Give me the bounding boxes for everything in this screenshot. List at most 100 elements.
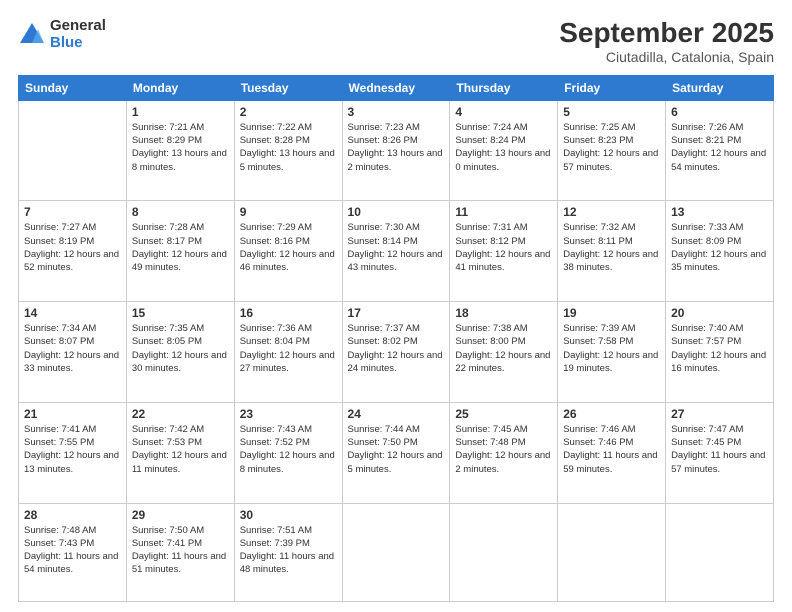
logo: General Blue [18,18,106,51]
subtitle: Ciutadilla, Catalonia, Spain [559,49,774,65]
table-row: 7 Sunrise: 7:27 AMSunset: 8:19 PMDaylight… [19,201,127,302]
table-row: 1 Sunrise: 7:21 AMSunset: 8:29 PMDaylight… [126,100,234,201]
logo-blue: Blue [50,35,106,52]
day-info: Sunrise: 7:34 AMSunset: 8:07 PMDaylight:… [24,322,121,375]
table-row [19,100,127,201]
day-number: 6 [671,105,768,119]
header-saturday: Saturday [666,75,774,100]
day-number: 13 [671,205,768,219]
day-info: Sunrise: 7:43 AMSunset: 7:52 PMDaylight:… [240,423,337,476]
table-row: 12Sunrise: 7:32 AMSunset: 8:11 PMDayligh… [558,201,666,302]
day-info: Sunrise: 7:23 AMSunset: 8:26 PMDaylight:… [348,121,445,174]
header-sunday: Sunday [19,75,127,100]
table-row: 10 Sunrise: 7:30 AMSunset: 8:14 PMDayligh… [342,201,450,302]
day-info: Sunrise: 7:39 AMSunset: 7:58 PMDaylight:… [563,322,660,375]
day-number: 14 [24,306,121,320]
header-tuesday: Tuesday [234,75,342,100]
table-row [666,503,774,601]
day-info: Sunrise: 7:35 AMSunset: 8:05 PMDaylight:… [132,322,229,375]
table-row: 14 Sunrise: 7:34 AMSunset: 8:07 PMDayligh… [19,302,127,403]
calendar-week-row: 28 Sunrise: 7:48 AMSunset: 7:43 PMDayligh… [19,503,774,601]
table-row: 2 Sunrise: 7:22 AMSunset: 8:28 PMDaylight… [234,100,342,201]
day-info: Sunrise: 7:33 AMSunset: 8:09 PMDaylight:… [671,221,768,274]
table-row: 13 Sunrise: 7:33 AMSunset: 8:09 PMDayligh… [666,201,774,302]
day-number: 11 [455,205,552,219]
day-info: Sunrise: 7:51 AMSunset: 7:39 PMDaylight:… [240,524,337,577]
day-number: 19 [563,306,660,320]
calendar-week-row: 7 Sunrise: 7:27 AMSunset: 8:19 PMDaylight… [19,201,774,302]
table-row: 23 Sunrise: 7:43 AMSunset: 7:52 PMDayligh… [234,402,342,503]
day-info: Sunrise: 7:25 AMSunset: 8:23 PMDaylight:… [563,121,660,174]
table-row [558,503,666,601]
day-number: 23 [240,407,337,421]
table-row: 15Sunrise: 7:35 AMSunset: 8:05 PMDayligh… [126,302,234,403]
day-info: Sunrise: 7:30 AMSunset: 8:14 PMDaylight:… [348,221,445,274]
day-number: 16 [240,306,337,320]
table-row: 29 Sunrise: 7:50 AMSunset: 7:41 PMDayligh… [126,503,234,601]
day-info: Sunrise: 7:48 AMSunset: 7:43 PMDaylight:… [24,524,121,577]
day-info: Sunrise: 7:21 AMSunset: 8:29 PMDaylight:… [132,121,229,174]
table-row: 8 Sunrise: 7:28 AMSunset: 8:17 PMDaylight… [126,201,234,302]
table-row: 6 Sunrise: 7:26 AMSunset: 8:21 PMDaylight… [666,100,774,201]
day-info: Sunrise: 7:42 AMSunset: 7:53 PMDaylight:… [132,423,229,476]
table-row: 3 Sunrise: 7:23 AMSunset: 8:26 PMDaylight… [342,100,450,201]
day-number: 26 [563,407,660,421]
day-info: Sunrise: 7:22 AMSunset: 8:28 PMDaylight:… [240,121,337,174]
day-info: Sunrise: 7:31 AMSunset: 8:12 PMDaylight:… [455,221,552,274]
table-row: 27 Sunrise: 7:47 AMSunset: 7:45 PMDayligh… [666,402,774,503]
table-row: 28 Sunrise: 7:48 AMSunset: 7:43 PMDayligh… [19,503,127,601]
day-number: 28 [24,508,121,522]
title-block: September 2025 Ciutadilla, Catalonia, Sp… [559,18,774,65]
day-number: 24 [348,407,445,421]
table-row: 24 Sunrise: 7:44 AMSunset: 7:50 PMDayligh… [342,402,450,503]
day-number: 2 [240,105,337,119]
day-number: 25 [455,407,552,421]
day-number: 3 [348,105,445,119]
day-number: 30 [240,508,337,522]
logo-general: General [50,18,106,35]
day-info: Sunrise: 7:26 AMSunset: 8:21 PMDaylight:… [671,121,768,174]
day-number: 21 [24,407,121,421]
table-row: 4Sunrise: 7:24 AMSunset: 8:24 PMDaylight… [450,100,558,201]
table-row: 25 Sunrise: 7:45 AMSunset: 7:48 PMDayligh… [450,402,558,503]
day-number: 20 [671,306,768,320]
day-info: Sunrise: 7:36 AMSunset: 8:04 PMDaylight:… [240,322,337,375]
day-info: Sunrise: 7:41 AMSunset: 7:55 PMDaylight:… [24,423,121,476]
day-number: 7 [24,205,121,219]
calendar-week-row: 14 Sunrise: 7:34 AMSunset: 8:07 PMDayligh… [19,302,774,403]
table-row: 26 Sunrise: 7:46 AMSunset: 7:46 PMDayligh… [558,402,666,503]
day-number: 9 [240,205,337,219]
day-info: Sunrise: 7:47 AMSunset: 7:45 PMDaylight:… [671,423,768,476]
calendar-week-row: 21 Sunrise: 7:41 AMSunset: 7:55 PMDayligh… [19,402,774,503]
day-number: 1 [132,105,229,119]
table-row: 18Sunrise: 7:38 AMSunset: 8:00 PMDayligh… [450,302,558,403]
calendar-page: General Blue September 2025 Ciutadilla, … [0,0,792,612]
header-friday: Friday [558,75,666,100]
day-number: 10 [348,205,445,219]
table-row: 5Sunrise: 7:25 AMSunset: 8:23 PMDaylight… [558,100,666,201]
day-number: 27 [671,407,768,421]
day-number: 18 [455,306,552,320]
table-row: 19 Sunrise: 7:39 AMSunset: 7:58 PMDayligh… [558,302,666,403]
day-info: Sunrise: 7:40 AMSunset: 7:57 PMDaylight:… [671,322,768,375]
day-info: Sunrise: 7:50 AMSunset: 7:41 PMDaylight:… [132,524,229,577]
table-row: 16 Sunrise: 7:36 AMSunset: 8:04 PMDayligh… [234,302,342,403]
header-wednesday: Wednesday [342,75,450,100]
day-info: Sunrise: 7:44 AMSunset: 7:50 PMDaylight:… [348,423,445,476]
day-number: 8 [132,205,229,219]
table-row: 11 Sunrise: 7:31 AMSunset: 8:12 PMDayligh… [450,201,558,302]
header: General Blue September 2025 Ciutadilla, … [18,18,774,65]
day-info: Sunrise: 7:37 AMSunset: 8:02 PMDaylight:… [348,322,445,375]
day-info: Sunrise: 7:28 AMSunset: 8:17 PMDaylight:… [132,221,229,274]
table-row: 21 Sunrise: 7:41 AMSunset: 7:55 PMDayligh… [19,402,127,503]
logo-text: General Blue [50,18,106,51]
day-info: Sunrise: 7:46 AMSunset: 7:46 PMDaylight:… [563,423,660,476]
day-info: Sunrise: 7:29 AMSunset: 8:16 PMDaylight:… [240,221,337,274]
day-info: Sunrise: 7:45 AMSunset: 7:48 PMDaylight:… [455,423,552,476]
day-info: Sunrise: 7:27 AMSunset: 8:19 PMDaylight:… [24,221,121,274]
day-number: 12 [563,205,660,219]
day-number: 22 [132,407,229,421]
header-thursday: Thursday [450,75,558,100]
day-number: 29 [132,508,229,522]
table-row: 20 Sunrise: 7:40 AMSunset: 7:57 PMDayligh… [666,302,774,403]
